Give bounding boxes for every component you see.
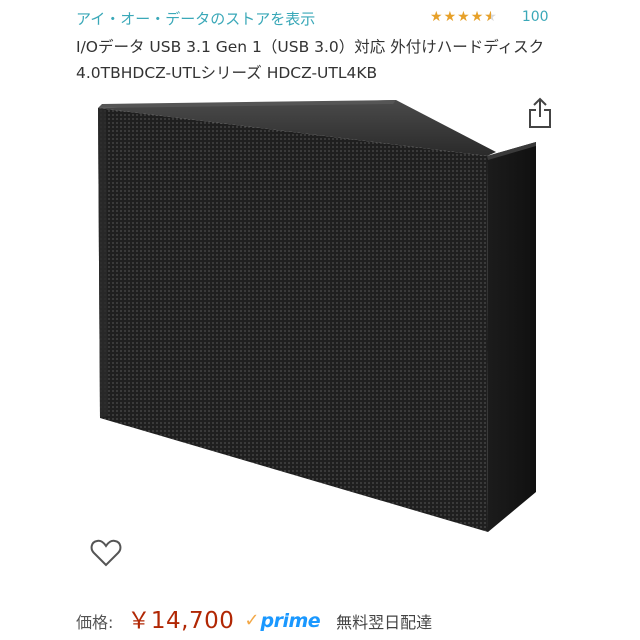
prime-badge: ✓ prime <box>244 610 320 632</box>
rating-count[interactable]: 100 <box>522 9 549 25</box>
hard-drive-image <box>98 100 536 532</box>
product-image[interactable] <box>96 94 538 534</box>
heart-icon <box>90 539 122 567</box>
shipping-info: 無料翌日配達 <box>336 613 433 632</box>
star-icon: ★ <box>430 9 443 25</box>
star-icon: ★ <box>470 9 484 25</box>
price-label: 価格: <box>76 613 114 632</box>
star-half-icon: ★ <box>484 9 497 25</box>
check-icon: ✓ <box>244 610 260 631</box>
prime-logo-text: prime <box>260 609 321 632</box>
price-row: 価格: ￥14,700 ✓ prime 無料翌日配達 <box>76 601 432 635</box>
product-title: I/Oデータ USB 3.1 Gen 1（USB 3.0）対応 外付けハードディ… <box>76 38 545 82</box>
store-link[interactable]: アイ・オー・データのストアを表示 <box>76 8 315 29</box>
rating[interactable]: ★ ★ ★ ★ ★ 100 <box>430 9 549 25</box>
star-icon: ★ <box>457 9 470 25</box>
wishlist-button[interactable] <box>90 538 122 568</box>
star-rating: ★ ★ ★ ★ ★ <box>430 9 498 25</box>
price-value: ￥14,700 <box>127 608 235 634</box>
star-icon: ★ <box>443 9 457 25</box>
